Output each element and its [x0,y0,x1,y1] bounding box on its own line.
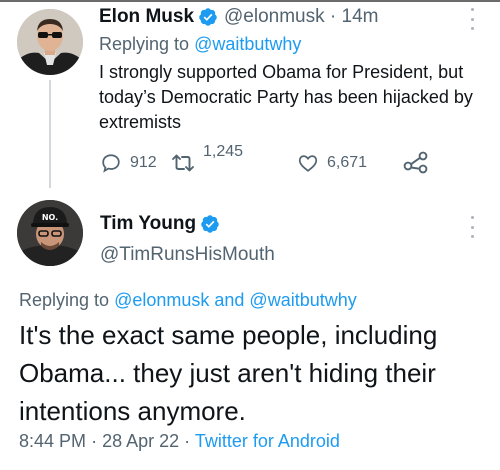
tweet-time[interactable]: 8:44 PM [19,431,86,451]
replying-to-label: Replying to [19,290,110,310]
tweet-text: It's the exact same people, including Ob… [19,320,438,426]
tweet-metadata: 8:44 PM · 28 Apr 22 · Twitter for Androi… [19,431,340,452]
tweet-date[interactable]: 28 Apr 22 [102,431,179,451]
heart-icon [298,155,318,172]
speech-bubble-icon [102,154,120,173]
reply-button[interactable]: 912 [100,152,157,174]
author-handle[interactable]: @TimRunsHisMouth [100,244,275,266]
tweet1-header: Elon Musk @elonmusk · 14m [99,4,378,30]
hat-text: NO. [42,213,58,222]
thread-connector-line [49,80,51,188]
handle-and-time[interactable]: @elonmusk · 14m [224,6,378,28]
more-options-icon[interactable] [469,8,475,30]
tweet-actions: 912 1,245 6,671 [100,143,440,180]
author-name[interactable]: Tim Young [100,213,196,235]
verified-badge-icon [199,8,217,26]
tweet-elon[interactable]: Elon Musk @elonmusk · 14m Replying to @w… [0,0,500,190]
avatar-tim-image: NO. [17,200,83,266]
tweet2-header: Tim Young [100,210,220,238]
replying-to-handle-link[interactable]: @waitbutwhy [194,34,301,54]
replying-to: Replying to @elonmusk and @waitbutwhy [19,290,357,311]
replying-to-label: Replying to [99,34,190,54]
replying-to: Replying to @waitbutwhy [99,34,301,55]
separator-dot: · [184,431,191,451]
share-button[interactable] [403,150,429,174]
like-count: 6,671 [327,154,368,171]
avatar-elon-image [17,9,83,75]
separator-dot: · [91,431,98,451]
verified-badge-icon [201,215,219,233]
avatar-tim[interactable]: NO. [17,200,83,266]
like-button[interactable]: 6,671 [297,152,367,174]
more-options-icon[interactable] [469,216,475,238]
reply-count: 912 [130,154,157,171]
replying-to-handles-link[interactable]: @elonmusk and @waitbutwhy [114,290,357,310]
retweet-arrows-icon [172,154,194,172]
tweet-source-link[interactable]: Twitter for Android [195,431,340,451]
share-nodes-icon [403,151,428,174]
tweet-text: I strongly supported Obama for President… [99,62,473,132]
retweet-button[interactable]: 1,245 [171,143,243,174]
avatar-elon[interactable] [17,9,83,75]
author-name[interactable]: Elon Musk [99,6,194,28]
retweet-count: 1,245 [203,143,244,160]
